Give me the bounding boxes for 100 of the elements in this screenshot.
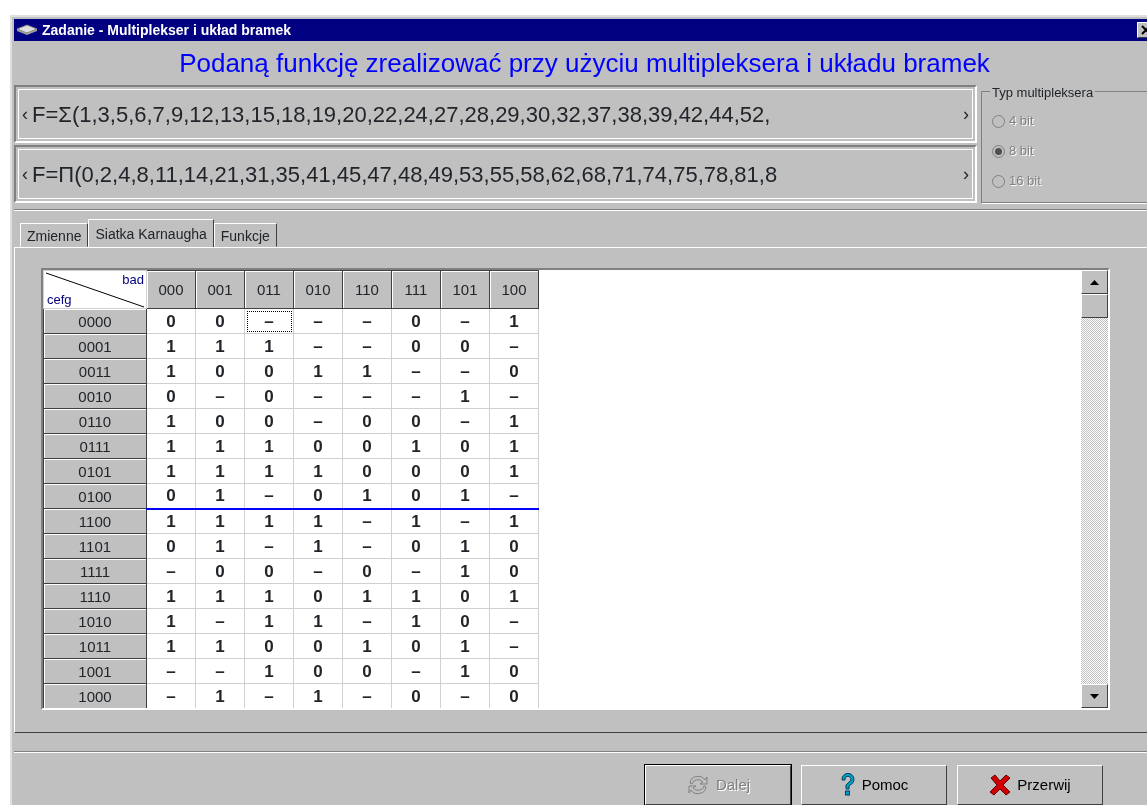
grid-cell[interactable]: 0 bbox=[489, 658, 539, 684]
grid-cell[interactable]: 1 bbox=[489, 583, 539, 609]
grid-cell[interactable]: 1 bbox=[342, 633, 392, 659]
grid-cell[interactable]: – bbox=[195, 608, 245, 634]
grid-cell[interactable]: 0 bbox=[195, 558, 245, 584]
grid-cell[interactable]: 0 bbox=[440, 583, 490, 609]
grid-cell[interactable]: – bbox=[489, 608, 539, 634]
grid-cell[interactable]: – bbox=[391, 358, 441, 384]
grid-cell[interactable]: 0 bbox=[146, 483, 196, 509]
grid-cell[interactable]: – bbox=[489, 633, 539, 659]
grid-cell[interactable]: – bbox=[391, 558, 441, 584]
grid-cell[interactable]: – bbox=[244, 308, 294, 334]
grid-cell[interactable]: 1 bbox=[244, 583, 294, 609]
formula-field[interactable]: ‹ F=Π(0,2,4,8,11,14,21,31,35,41,45,47,48,49,53,55,58,62,68,71,74,75,78,81,8 › bbox=[14, 145, 977, 203]
scroll-up-button[interactable] bbox=[1081, 270, 1108, 294]
grid-cell[interactable]: 1 bbox=[146, 333, 196, 359]
help-button[interactable]: Pomoc bbox=[801, 765, 947, 805]
grid-cell[interactable]: 0 bbox=[293, 658, 343, 684]
grid-cell[interactable]: 1 bbox=[293, 358, 343, 384]
grid-cell[interactable]: 1 bbox=[391, 608, 441, 634]
grid-cell[interactable]: 1 bbox=[342, 483, 392, 509]
grid-cell[interactable]: 1 bbox=[391, 508, 441, 534]
grid-cell[interactable]: – bbox=[195, 383, 245, 409]
grid-cell[interactable]: – bbox=[146, 558, 196, 584]
grid-cell[interactable]: 0 bbox=[293, 633, 343, 659]
grid-cell[interactable]: – bbox=[342, 508, 392, 534]
grid-cell[interactable]: 0 bbox=[391, 308, 441, 334]
scroll-left-arrow[interactable]: ‹ bbox=[22, 160, 28, 188]
tab[interactable]: Zmienne bbox=[20, 223, 89, 247]
grid-cell[interactable]: 0 bbox=[440, 333, 490, 359]
grid-cell[interactable]: 1 bbox=[293, 533, 343, 559]
grid-cell[interactable]: – bbox=[342, 608, 392, 634]
grid-cell[interactable]: 0 bbox=[244, 383, 294, 409]
grid-cell[interactable]: – bbox=[195, 658, 245, 684]
grid-cell[interactable]: 0 bbox=[391, 533, 441, 559]
grid-cell[interactable]: 1 bbox=[489, 308, 539, 334]
grid-cell[interactable]: 1 bbox=[244, 433, 294, 459]
grid-cell[interactable]: 1 bbox=[195, 533, 245, 559]
grid-cell[interactable]: 0 bbox=[293, 433, 343, 459]
grid-cell[interactable]: 1 bbox=[489, 433, 539, 459]
grid-cell[interactable]: 1 bbox=[293, 608, 343, 634]
grid-cell[interactable]: 0 bbox=[244, 558, 294, 584]
grid-cell[interactable]: 0 bbox=[244, 633, 294, 659]
grid-cell[interactable]: 0 bbox=[342, 558, 392, 584]
grid-cell[interactable]: 1 bbox=[244, 508, 294, 534]
grid-cell[interactable]: 0 bbox=[342, 658, 392, 684]
grid-cell[interactable]: 0 bbox=[489, 533, 539, 559]
grid-cell[interactable]: 1 bbox=[489, 408, 539, 434]
grid-cell[interactable]: 1 bbox=[146, 608, 196, 634]
grid-cell[interactable]: 0 bbox=[195, 408, 245, 434]
grid-cell[interactable]: 1 bbox=[195, 633, 245, 659]
grid-cell[interactable]: 1 bbox=[195, 483, 245, 509]
grid-cell[interactable]: 1 bbox=[342, 358, 392, 384]
grid-cell[interactable]: 1 bbox=[342, 583, 392, 609]
grid-cell[interactable]: – bbox=[293, 558, 343, 584]
grid-cell[interactable]: – bbox=[293, 333, 343, 359]
grid-cell[interactable]: 1 bbox=[195, 508, 245, 534]
grid-cell[interactable]: – bbox=[146, 658, 196, 684]
grid-cell[interactable]: 1 bbox=[244, 333, 294, 359]
grid-cell[interactable]: 1 bbox=[195, 433, 245, 459]
grid-cell[interactable]: – bbox=[342, 308, 392, 334]
grid-cell[interactable]: 1 bbox=[244, 658, 294, 684]
grid-cell[interactable]: – bbox=[489, 383, 539, 409]
grid-cell[interactable]: 0 bbox=[489, 558, 539, 584]
grid-cell[interactable]: 1 bbox=[440, 483, 490, 509]
tab[interactable]: Funkcje bbox=[213, 223, 277, 247]
tab[interactable]: Siatka Karnaugha bbox=[88, 219, 214, 247]
grid-cell[interactable]: 0 bbox=[342, 458, 392, 484]
scroll-thumb[interactable] bbox=[1081, 294, 1108, 318]
scroll-down-button[interactable] bbox=[1081, 684, 1108, 708]
grid-cell[interactable]: – bbox=[244, 483, 294, 509]
grid-cell[interactable]: 0 bbox=[391, 408, 441, 434]
grid-cell[interactable]: 0 bbox=[489, 358, 539, 384]
grid-cell[interactable]: 1 bbox=[440, 383, 490, 409]
grid-cell[interactable]: 1 bbox=[146, 358, 196, 384]
grid-cell[interactable]: 1 bbox=[146, 633, 196, 659]
grid-cell[interactable]: – bbox=[440, 308, 490, 334]
grid-cell[interactable]: 1 bbox=[195, 583, 245, 609]
grid-cell[interactable]: – bbox=[342, 533, 392, 559]
grid-cell[interactable]: – bbox=[244, 533, 294, 559]
grid-cell[interactable]: 0 bbox=[195, 308, 245, 334]
grid-cell[interactable]: 0 bbox=[391, 333, 441, 359]
grid-cell[interactable]: 0 bbox=[342, 408, 392, 434]
grid-cell[interactable]: 1 bbox=[146, 508, 196, 534]
abort-button[interactable]: Przerwij bbox=[957, 765, 1103, 805]
grid-cell[interactable]: 0 bbox=[342, 433, 392, 459]
grid-cell[interactable]: 1 bbox=[195, 333, 245, 359]
grid-cell[interactable]: 0 bbox=[244, 408, 294, 434]
grid-cell[interactable]: 1 bbox=[244, 608, 294, 634]
grid-cell[interactable]: 0 bbox=[195, 358, 245, 384]
grid-cell[interactable]: 0 bbox=[391, 633, 441, 659]
grid-cell[interactable]: – bbox=[440, 408, 490, 434]
scroll-right-arrow[interactable]: › bbox=[963, 100, 969, 128]
grid-cell[interactable]: 1 bbox=[146, 458, 196, 484]
grid-cell[interactable]: – bbox=[293, 408, 343, 434]
grid-cell[interactable]: 0 bbox=[440, 608, 490, 634]
grid-cell[interactable]: 0 bbox=[293, 483, 343, 509]
grid-cell[interactable]: – bbox=[440, 358, 490, 384]
grid-cell[interactable]: – bbox=[293, 383, 343, 409]
grid-cell[interactable]: 1 bbox=[440, 533, 490, 559]
